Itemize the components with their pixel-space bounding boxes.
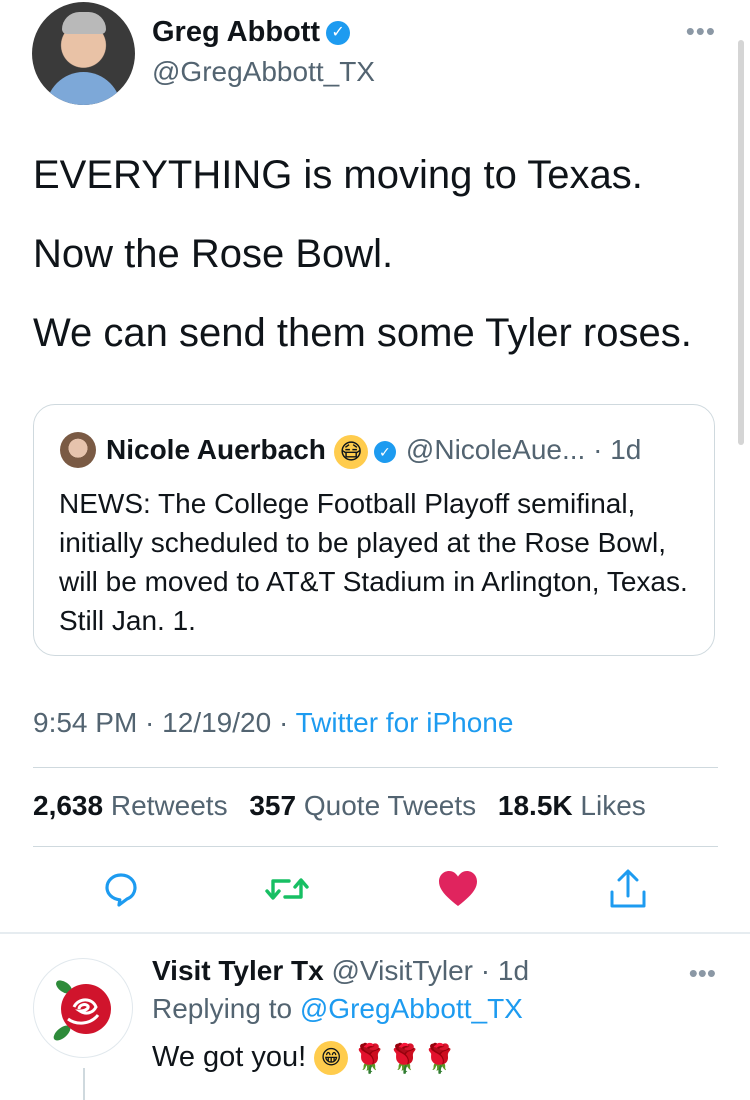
author-avatar[interactable] xyxy=(32,2,135,105)
verified-badge-icon: ✓ xyxy=(373,440,396,463)
rose-emoji-icons: 🌹🌹🌹 xyxy=(352,1042,457,1074)
retweets-label: Retweets xyxy=(110,790,228,821)
replying-to-link[interactable]: @GregAbbott_TX xyxy=(300,993,523,1024)
tweet-source-link[interactable]: Twitter for iPhone xyxy=(296,707,514,738)
tweet-text-line-3: We can send them some Tyler roses. xyxy=(33,311,692,355)
rose-logo-icon xyxy=(53,980,111,1041)
tweet-text-line-2: Now the Rose Bowl. xyxy=(33,232,394,276)
tweet-text-line-1: EVERYTHING is moving to Texas. xyxy=(33,153,643,197)
mask-emoji-icon: 😷 xyxy=(333,434,368,469)
share-icon[interactable] xyxy=(605,866,651,912)
reply-header: Visit Tyler Tx @VisitTyler · 1d xyxy=(152,955,529,987)
quoted-author-avatar xyxy=(60,432,96,468)
replying-to-label: Replying to xyxy=(152,993,293,1024)
divider xyxy=(33,846,718,847)
reply-text-content: We got you! xyxy=(152,1041,307,1073)
reply-author-name[interactable]: Visit Tyler Tx xyxy=(152,955,324,986)
quotes-label: Quote Tweets xyxy=(303,790,477,821)
tweet-date: 12/19/20 xyxy=(162,707,272,738)
reply-author-avatar[interactable] xyxy=(33,958,133,1058)
quoted-tweet-text: NEWS: The College Football Playoff semif… xyxy=(59,488,688,636)
retweets-count: 2,638 xyxy=(33,790,104,821)
verified-badge-icon: ✓ xyxy=(326,21,351,46)
likes-count: 18.5K xyxy=(497,790,573,821)
reply-author-handle[interactable]: @VisitTyler xyxy=(332,955,474,986)
tweet-meta: 9:54 PM · 12/19/20 · Twitter for iPhone xyxy=(33,707,514,738)
likes-stat[interactable]: 18.5K Likes xyxy=(498,790,646,821)
reply-more-options-icon[interactable]: ••• xyxy=(689,958,716,989)
quoted-tweet-age: · 1d xyxy=(593,434,642,465)
quotes-stat[interactable]: 357 Quote Tweets xyxy=(249,790,476,821)
divider xyxy=(0,932,750,934)
quoted-tweet-header: Nicole Auerbach 😷 ✓ @NicoleAue... · 1d xyxy=(106,434,641,469)
quoted-author-handle: @NicoleAue... xyxy=(405,434,586,465)
reply-icon[interactable] xyxy=(98,866,144,912)
likes-label: Likes xyxy=(580,790,646,821)
retweet-icon[interactable] xyxy=(264,866,310,912)
retweets-stat[interactable]: 2,638 Retweets xyxy=(33,790,228,821)
grin-emoji-icon: 😁 xyxy=(314,1041,349,1076)
tweet-time: 9:54 PM xyxy=(33,707,138,738)
reply-text: We got you! 😁 🌹🌹🌹 xyxy=(152,1041,457,1076)
divider xyxy=(33,767,718,768)
like-heart-icon[interactable] xyxy=(435,866,481,912)
quotes-count: 357 xyxy=(249,790,297,821)
more-options-icon[interactable]: ••• xyxy=(686,16,716,47)
scrollbar[interactable] xyxy=(738,40,744,445)
replying-to: Replying to @GregAbbott_TX xyxy=(152,993,523,1025)
author-name-text: Greg Abbott xyxy=(152,16,321,48)
reply-age: · 1d xyxy=(480,955,530,986)
thread-line xyxy=(83,1068,85,1100)
tweet-stats: 2,638 Retweets 357 Quote Tweets 18.5K Li… xyxy=(33,790,646,822)
quoted-author-name: Nicole Auerbach xyxy=(106,434,326,465)
author-handle[interactable]: @GregAbbott_TX xyxy=(152,56,375,88)
author-name[interactable]: Greg Abbott ✓ xyxy=(152,16,351,49)
